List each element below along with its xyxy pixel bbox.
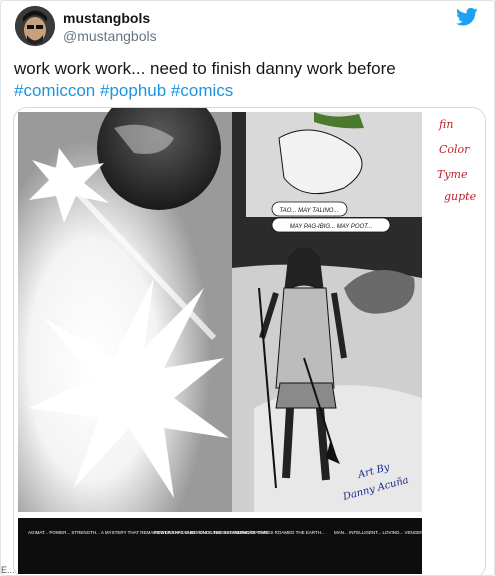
tweet-text: work work work... need to finish danny w… [14, 58, 484, 102]
tweet-body: work work work... need to finish danny w… [14, 59, 396, 78]
caption-4: MAN... INTELLIGENT... LOVING... VENGEF..… [334, 530, 426, 535]
hashtag-comiccon[interactable]: #comiccon [14, 81, 95, 100]
tweet-media-image[interactable]: TAO... MAY TALINO... MAY PAG-IBIG... MAY… [13, 107, 486, 575]
hashtag-comics[interactable]: #comics [171, 81, 233, 100]
speech-bubble-2: MAY PAG-IBIG... MAY POOT... [290, 224, 373, 230]
caption-strip [18, 518, 422, 574]
tweet-card: mustangbols @mustangbols work work work.… [0, 0, 495, 576]
caption-3: CREATURES ROAMED THE EARTH... [246, 530, 325, 535]
margin-note-line: fin [438, 118, 453, 131]
avatar[interactable] [15, 6, 55, 46]
margin-note-line: Color [439, 143, 470, 156]
author-handle[interactable]: @mustangbols [63, 28, 157, 44]
author-name[interactable]: mustangbols [63, 10, 150, 26]
speech-bubble-1: TAO... MAY TALINO... [280, 208, 339, 214]
margin-note-line: gupte [444, 190, 477, 203]
twitter-bird-icon[interactable] [456, 7, 478, 27]
caption-2: POWER THAT IS BEYOND UNDERSTANDING... [154, 530, 253, 535]
margin-note-line: Tyme [437, 168, 468, 181]
corner-truncated-text: E... [1, 565, 15, 575]
hashtag-pophub[interactable]: #pophub [100, 81, 166, 100]
